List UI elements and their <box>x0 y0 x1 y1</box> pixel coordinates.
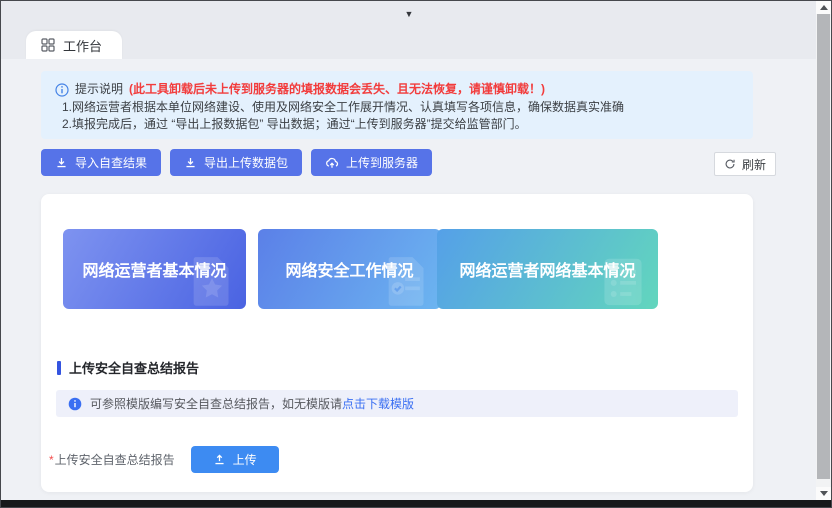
scrollbar-thumb[interactable] <box>817 14 830 479</box>
notice-warning-text: (此工具卸载后未上传到服务器的填报数据会丢失、且无法恢复，请谨慎卸载！) <box>129 81 545 98</box>
required-asterisk: * <box>49 453 54 467</box>
card-title: 网络安全工作情况 <box>285 257 413 281</box>
card-operator-basic-info[interactable]: 网络运营者基本情况 <box>63 229 246 309</box>
tab-band: ▼ 工作台 <box>1 1 816 59</box>
cloud-upload-icon <box>325 156 339 169</box>
scroll-up-icon <box>820 5 828 10</box>
import-self-check-label: 导入自查结果 <box>75 154 147 171</box>
upload-to-server-button[interactable]: 上传到服务器 <box>311 149 432 176</box>
application-window: ▼ 工作台 提示说明 (此工具卸 <box>0 0 832 508</box>
notice-box: 提示说明 (此工具卸载后未上传到服务器的填报数据会丢失、且无法恢复，请谨慎卸载！… <box>41 71 753 139</box>
upload-report-button[interactable]: 上传 <box>191 446 279 473</box>
refresh-label: 刷新 <box>742 156 766 173</box>
tip-text: 可参照模版编写安全自查总结报告，如无模版请 <box>90 397 342 411</box>
scrollbar-down-button[interactable] <box>816 487 831 500</box>
download-icon <box>55 156 68 169</box>
window-bottom-edge <box>1 500 831 507</box>
refresh-icon <box>724 158 736 170</box>
refresh-button[interactable]: 刷新 <box>714 152 776 176</box>
scrollbar-up-button[interactable] <box>816 1 831 14</box>
card-operator-network-info[interactable]: 网络运营者网络基本情况 <box>437 229 658 309</box>
report-section-header: 上传安全自查总结报告 <box>57 358 199 377</box>
export-data-package-button[interactable]: 导出上传数据包 <box>170 149 302 176</box>
upload-icon <box>213 453 226 466</box>
card-title: 网络运营者网络基本情况 <box>459 257 635 281</box>
download-template-link[interactable]: 点击下载模版 <box>342 397 414 411</box>
grid-icon <box>41 38 55 52</box>
download-icon <box>184 156 197 169</box>
notice-title: 提示说明 <box>75 81 123 98</box>
tab-workbench[interactable]: 工作台 <box>26 31 122 59</box>
scroll-down-icon <box>820 491 828 496</box>
scroll-up-hint-icon[interactable]: ▼ <box>397 5 421 23</box>
section-marker-bar <box>57 361 61 375</box>
notice-instruction-1: 1.网络运营者根据本单位网络建设、使用及网络安全工作展开情况、认真填写各项信息，… <box>62 99 739 116</box>
upload-to-server-label: 上传到服务器 <box>346 154 418 171</box>
import-self-check-button[interactable]: 导入自查结果 <box>41 149 161 176</box>
toolbar: 导入自查结果 导出上传数据包 上传到服务器 <box>41 149 432 176</box>
main-panel: 网络运营者基本情况 网络安全工作情况 网络运营者网 <box>41 194 753 492</box>
card-title: 网络运营者基本情况 <box>82 257 226 281</box>
template-tip-bar: 可参照模版编写安全自查总结报告，如无模版请点击下载模版 <box>56 390 738 417</box>
upload-report-field-label: *上传安全自查总结报告 <box>49 451 175 468</box>
vertical-scrollbar[interactable] <box>816 1 831 500</box>
card-security-work-info[interactable]: 网络安全工作情况 <box>258 229 441 309</box>
report-section-title: 上传安全自查总结报告 <box>69 358 199 377</box>
tab-label: 工作台 <box>63 36 102 55</box>
notice-instruction-2: 2.填报完成后，通过 “导出上报数据包” 导出数据；通过“上传到服务器”提交给监… <box>62 116 739 133</box>
info-filled-icon <box>68 397 82 411</box>
info-circle-icon <box>55 83 69 97</box>
export-data-package-label: 导出上传数据包 <box>204 154 288 171</box>
upload-report-form-row: *上传安全自查总结报告 上传 <box>49 446 279 473</box>
upload-report-label: 上传 <box>233 451 257 468</box>
